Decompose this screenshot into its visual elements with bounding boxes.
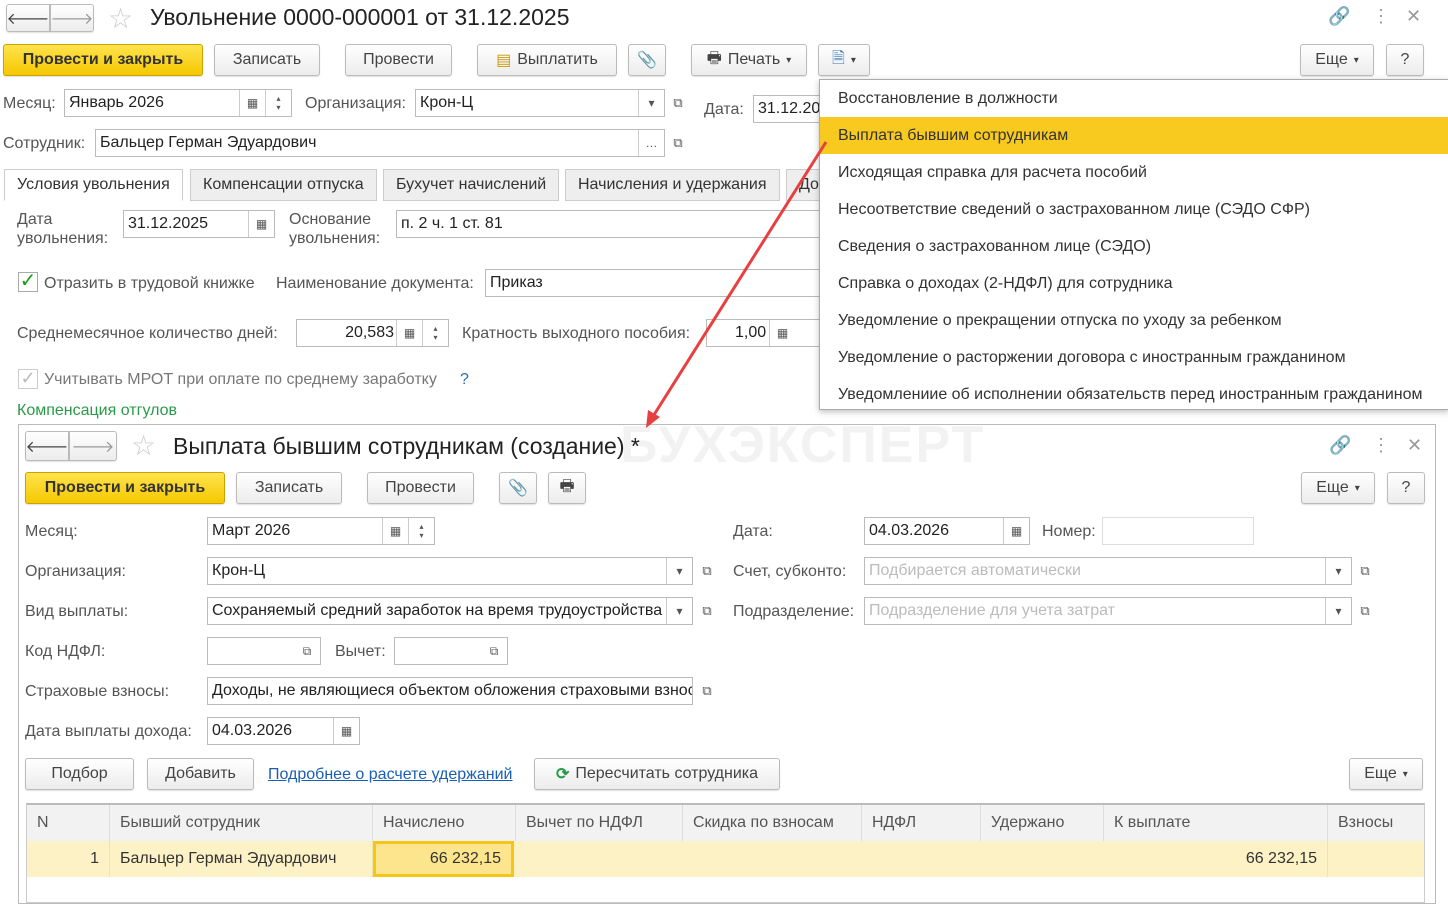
red-arrow: [646, 141, 828, 428]
